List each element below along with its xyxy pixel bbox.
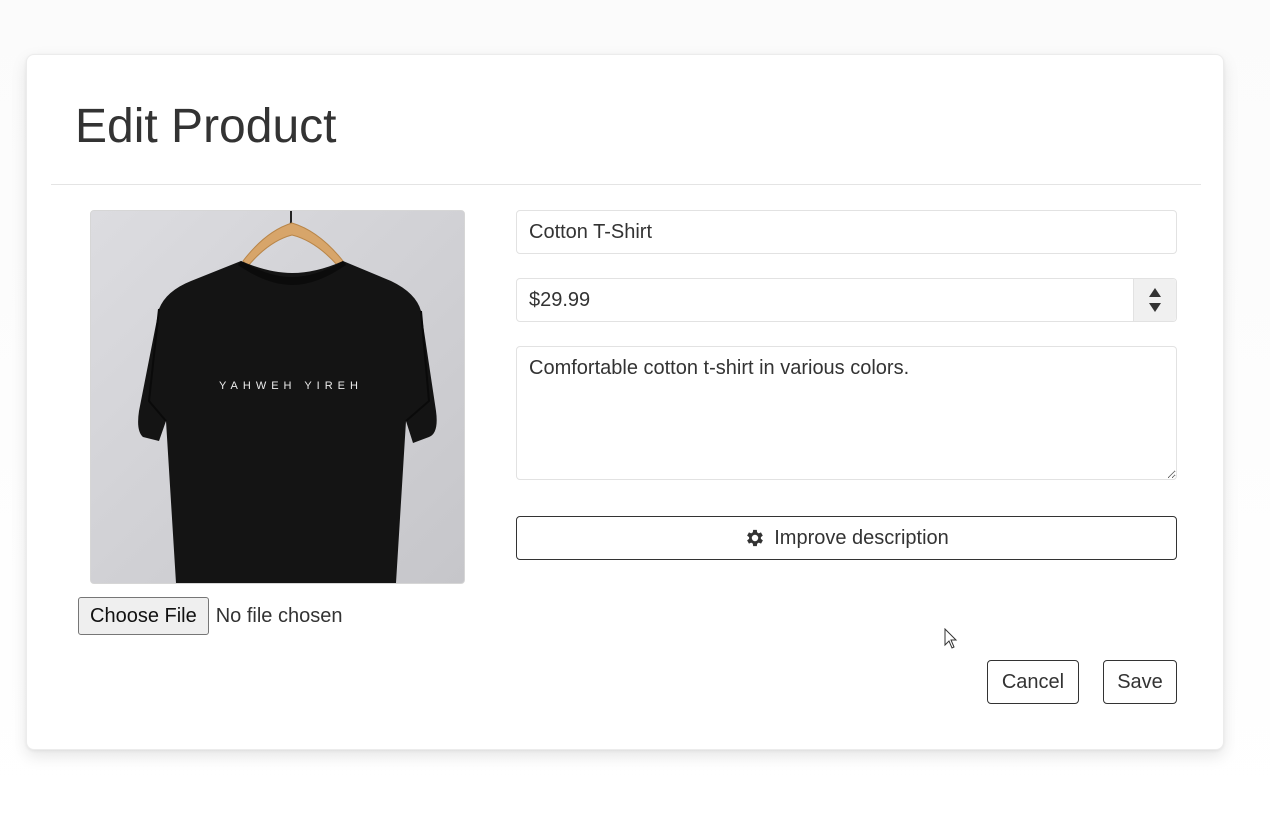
file-status-label: No file chosen xyxy=(215,604,343,627)
improve-description-label: Improve description xyxy=(774,526,949,549)
header-divider xyxy=(51,184,1201,185)
product-price-field xyxy=(516,278,1177,322)
increment-arrow-icon[interactable] xyxy=(1149,288,1161,297)
edit-product-dialog: Edit Product YAHWEH YIREH Choose File No… xyxy=(26,54,1224,750)
file-upload-row: Choose File No file chosen xyxy=(78,597,342,635)
gear-icon xyxy=(744,527,766,549)
page-title: Edit Product xyxy=(75,100,337,153)
cancel-button[interactable]: Cancel xyxy=(987,660,1079,704)
product-description-textarea[interactable]: Comfortable cotton t-shirt in various co… xyxy=(516,346,1177,480)
improve-description-button[interactable]: Improve description xyxy=(516,516,1177,560)
product-price-input[interactable] xyxy=(517,280,1133,320)
shirt-body xyxy=(138,261,437,583)
decrement-arrow-icon[interactable] xyxy=(1149,303,1161,312)
product-image: YAHWEH YIREH xyxy=(90,210,465,584)
save-button[interactable]: Save xyxy=(1103,660,1177,704)
choose-file-button[interactable]: Choose File xyxy=(78,597,209,635)
shirt-print-text: YAHWEH YIREH xyxy=(219,380,363,392)
price-stepper[interactable] xyxy=(1133,279,1176,321)
product-name-input[interactable] xyxy=(516,210,1177,254)
